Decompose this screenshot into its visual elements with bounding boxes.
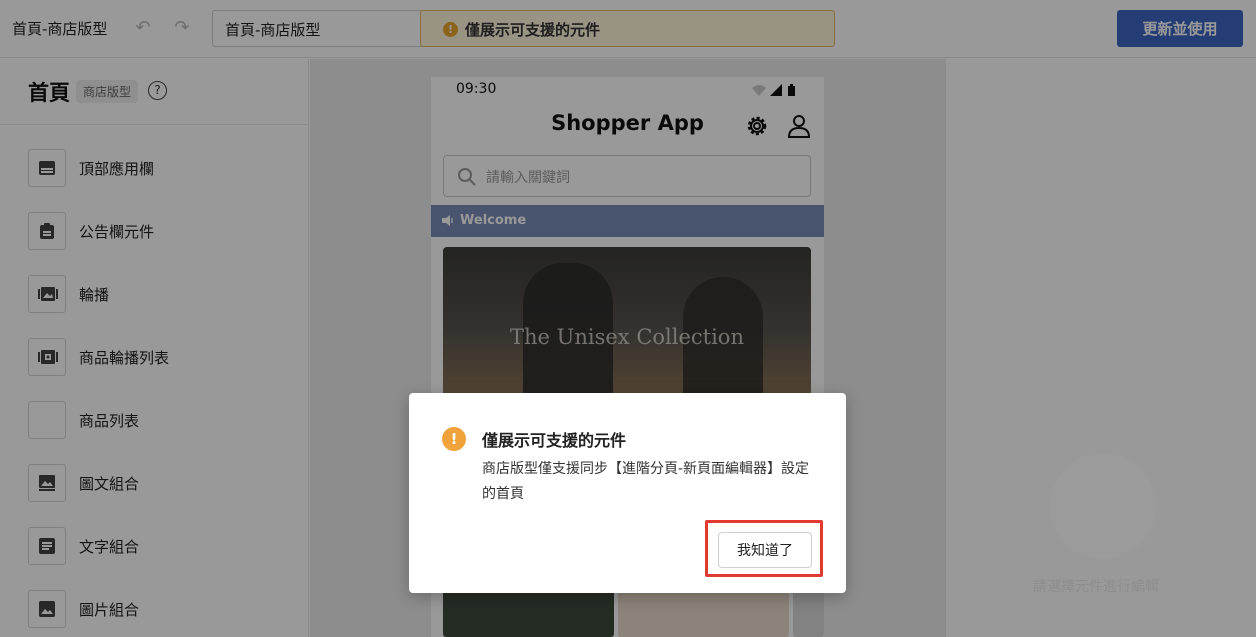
empty-placeholder-icon xyxy=(1050,453,1156,559)
acknowledge-button[interactable]: 我知道了 xyxy=(718,532,812,568)
right-panel-empty-text: 請選擇元件進行編輯 xyxy=(1033,579,1159,595)
warning-icon: ! xyxy=(442,427,466,451)
warning-dialog: ! 僅展示可支援的元件 商店版型僅支援同步【進階分頁-新頁面編輯器】設定的首頁 … xyxy=(409,393,846,593)
dialog-title: 僅展示可支援的元件 xyxy=(482,431,627,450)
dialog-body: 商店版型僅支援同步【進階分頁-新頁面編輯器】設定的首頁 xyxy=(482,461,810,502)
